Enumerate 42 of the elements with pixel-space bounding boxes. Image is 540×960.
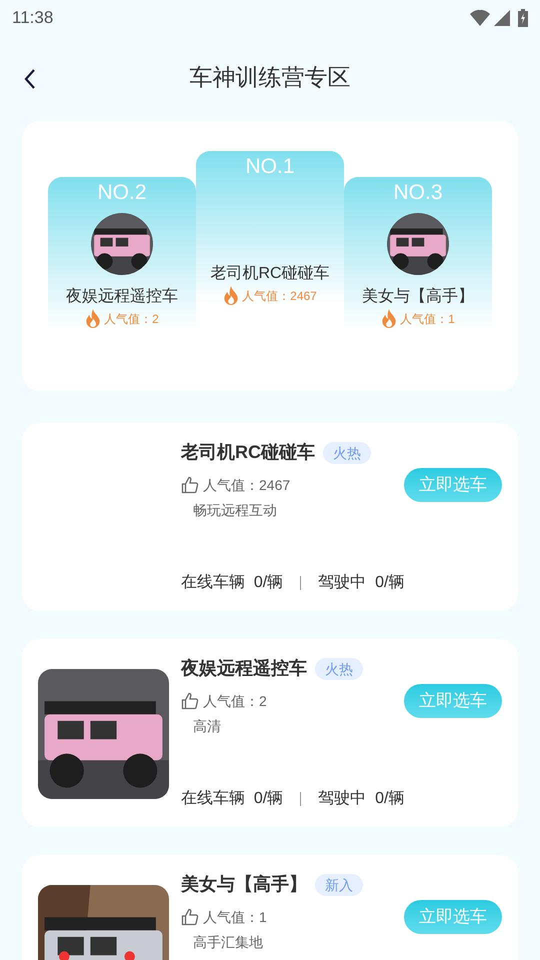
popularity-label: 人气值：2 (203, 692, 267, 710)
rank-label: NO.2 (97, 180, 146, 206)
wifi-icon (470, 10, 490, 26)
car-card[interactable]: 美女与【高手】 新入 人气值：1 立即选车 高手汇集地 (22, 855, 518, 960)
rank-label: NO.3 (393, 180, 442, 206)
tag-label: 新入 (315, 874, 363, 896)
car-name: 夜娱远程遥控车 (66, 286, 178, 307)
online-count: 在线车辆 0/辆 (181, 572, 284, 593)
car-title: 老司机RC碰碰车 (181, 441, 315, 464)
flame-icon (381, 309, 398, 328)
description-text: 高清 (193, 717, 222, 736)
car-title: 夜娱远程遥控车 (181, 657, 307, 680)
signal-icon (494, 10, 510, 26)
podium-card[interactable]: NO.1 老司机RC碰碰车 人气值：2467 (196, 151, 344, 305)
thumbs-up-icon (181, 692, 199, 710)
description-text: 高手汇集地 (193, 933, 264, 952)
description-text: 畅玩远程互动 (193, 501, 278, 520)
driving-count: 驾驶中 0/辆 (318, 572, 404, 593)
tag-label: 火热 (323, 442, 371, 464)
car-card[interactable]: 老司机RC碰碰车 火热 人气值：2467 立即选车 畅玩远程互动 在线车辆 0/辆 驾驶中 0/辆 (22, 423, 518, 611)
popularity-label: 人气值：2467 (203, 476, 290, 494)
flame-icon (85, 309, 102, 328)
podium-card[interactable]: NO.3 美女与【高手】 人气值：1 (344, 177, 492, 331)
car-name: 老司机RC碰碰车 (210, 264, 330, 284)
driving-count: 驾驶中 0/辆 (318, 788, 404, 809)
status-time: 11:38 (12, 6, 54, 29)
page-title: 车神训练营专区 (190, 63, 350, 92)
popularity-label: 人气值：2 (104, 310, 159, 328)
thumbs-up-icon (181, 476, 199, 494)
rank-label: NO.1 (245, 154, 294, 180)
car-name: 美女与【高手】 (362, 286, 474, 307)
online-count: 在线车辆 0/辆 (181, 788, 284, 809)
popularity-label: 人气值：2467 (242, 288, 317, 304)
battery-icon (518, 8, 528, 26)
flame-icon (223, 286, 240, 305)
car-title: 美女与【高手】 (181, 873, 307, 896)
tag-label: 火热 (315, 658, 363, 680)
podium-card[interactable]: NO.2 夜娱远程遥控车 人气值：2 (48, 177, 196, 331)
popularity-label: 人气值：1 (400, 310, 455, 328)
popularity-label: 人气值：1 (203, 908, 267, 926)
thumbs-up-icon (181, 908, 199, 926)
car-card[interactable]: 夜娱远程遥控车 火热 人气值：2 立即选车 高清 在线车辆 0/辆 驾驶中 0/辆 (22, 639, 518, 827)
